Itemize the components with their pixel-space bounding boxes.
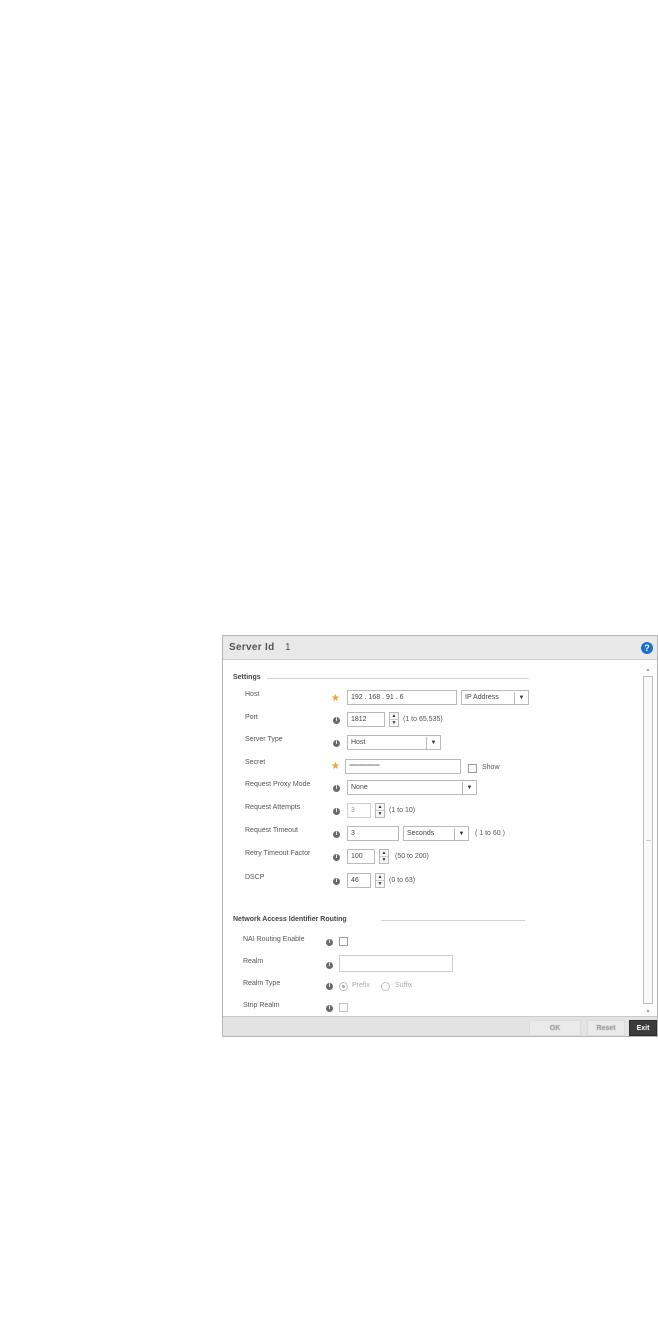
port-label: Port — [245, 714, 258, 721]
server-type-select-value: Host — [351, 739, 366, 746]
reset-button[interactable]: Reset — [587, 1020, 625, 1036]
nai-section-title: Network Access Identifier Routing — [233, 916, 347, 923]
nai-enable-info-icon[interactable]: i — [326, 939, 333, 946]
settings-section-title: Settings — [233, 674, 261, 681]
nai-enable-checkbox[interactable] — [339, 937, 348, 946]
proxy-mode-select[interactable]: None ▼ — [347, 780, 477, 795]
server-id-value: 1 — [285, 642, 291, 653]
chevron-down-icon: ▼ — [426, 737, 440, 749]
server-type-select[interactable]: Host ▼ — [347, 735, 441, 750]
port-info-icon[interactable]: i — [333, 717, 340, 724]
arrow-down-icon[interactable]: ▼ — [376, 881, 384, 887]
arrow-up-icon[interactable]: ▲ — [380, 850, 388, 857]
realm-type-label: Realm Type — [243, 980, 281, 987]
dscp-stepper[interactable]: ▲ ▼ — [375, 873, 385, 888]
proxy-mode-select-value: None — [351, 784, 368, 791]
host-type-select-value: IP Address — [465, 694, 499, 701]
timeout-unit-select[interactable]: Seconds ▼ — [403, 826, 469, 841]
nai-divider — [381, 920, 525, 921]
retry-factor-label: Retry Timeout Factor — [245, 850, 311, 857]
secret-input[interactable]: °°°°°°°°°°°°°°°°°°° — [345, 759, 461, 774]
strip-realm-label: Strip Realm — [243, 1002, 280, 1009]
arrow-down-icon[interactable]: ▼ — [390, 720, 398, 726]
host-type-select[interactable]: IP Address ▼ — [461, 690, 529, 705]
scroll-down-icon[interactable]: ▼ — [643, 1008, 653, 1016]
server-type-label: Server Type — [245, 736, 283, 743]
realm-type-info-icon[interactable]: i — [326, 983, 333, 990]
attempts-label: Request Attempts — [245, 804, 301, 811]
nai-enable-label: NAI Routing Enable — [243, 936, 305, 943]
scroll-thumb[interactable] — [643, 676, 653, 1004]
attempts-info-icon[interactable]: i — [333, 808, 340, 815]
timeout-info-icon[interactable]: i — [333, 831, 340, 838]
show-secret-label: Show — [482, 764, 500, 771]
secret-required-icon: ★ — [331, 761, 340, 772]
proxy-mode-label: Request Proxy Mode — [245, 781, 311, 788]
dialog-titlebar: Server Id 1 ? — [223, 636, 657, 660]
timeout-label: Request Timeout — [245, 827, 298, 834]
port-stepper[interactable]: ▲ ▼ — [389, 712, 399, 727]
proxy-mode-info-icon[interactable]: i — [333, 785, 340, 792]
server-type-info-icon[interactable]: i — [333, 740, 340, 747]
retry-factor-info-icon[interactable]: i — [333, 854, 340, 861]
host-ip-input[interactable]: 192 . 168 . 91 . 6 — [347, 690, 457, 705]
timeout-range-hint: ( 1 to 60 ) — [475, 830, 505, 837]
content-scrollbar[interactable]: ▲ ▼ — [641, 666, 655, 1016]
dialog-content: Settings Host ★ 192 . 168 . 91 . 6 IP Ad… — [223, 660, 639, 1016]
scroll-grip — [646, 840, 651, 841]
show-secret-checkbox[interactable] — [468, 764, 477, 773]
realm-type-prefix-radio[interactable] — [339, 982, 348, 991]
arrow-down-icon[interactable]: ▼ — [380, 857, 388, 863]
port-range-hint: (1 to 65,535) — [403, 716, 443, 723]
retry-factor-stepper[interactable]: ▲ ▼ — [379, 849, 389, 864]
port-input[interactable]: 1812 — [347, 712, 385, 727]
dscp-input[interactable]: 46 — [347, 873, 371, 888]
chevron-down-icon: ▼ — [454, 828, 468, 840]
arrow-up-icon[interactable]: ▲ — [376, 804, 384, 811]
realm-type-suffix-label: Suffix — [395, 982, 413, 989]
retry-factor-range-hint: (50 to 200) — [395, 853, 429, 860]
arrow-up-icon[interactable]: ▲ — [390, 713, 398, 720]
dscp-info-icon[interactable]: i — [333, 878, 340, 885]
realm-info-icon[interactable]: i — [326, 962, 333, 969]
timeout-input[interactable]: 3 — [347, 826, 399, 841]
strip-realm-info-icon[interactable]: i — [326, 1005, 333, 1012]
server-id-dialog: Server Id 1 ? Settings Host ★ 192 . 168 … — [222, 635, 658, 1037]
chevron-down-icon: ▼ — [514, 692, 528, 704]
host-label: Host — [245, 691, 260, 698]
attempts-input[interactable]: 3 — [347, 803, 371, 818]
arrow-down-icon[interactable]: ▼ — [376, 811, 384, 817]
realm-type-prefix-label: Prefix — [352, 982, 370, 989]
attempts-stepper[interactable]: ▲ ▼ — [375, 803, 385, 818]
arrow-up-icon[interactable]: ▲ — [376, 874, 384, 881]
timeout-unit-select-value: Seconds — [407, 830, 435, 837]
secret-label: Secret — [245, 759, 266, 766]
realm-label: Realm — [243, 958, 264, 965]
dscp-range-hint: (0 to 63) — [389, 877, 416, 884]
dialog-footer: OK Reset Exit — [223, 1016, 657, 1036]
ok-button[interactable]: OK — [529, 1020, 581, 1036]
scroll-up-icon[interactable]: ▲ — [643, 666, 653, 674]
strip-realm-checkbox[interactable] — [339, 1003, 348, 1012]
attempts-range-hint: (1 to 10) — [389, 807, 416, 814]
settings-divider — [267, 678, 529, 679]
help-icon[interactable]: ? — [641, 642, 653, 654]
dialog-title: Server Id — [229, 642, 275, 653]
retry-factor-input[interactable]: 100 — [347, 849, 375, 864]
dscp-label: DSCP — [245, 874, 265, 881]
host-required-icon: ★ — [331, 693, 340, 704]
realm-type-suffix-radio[interactable] — [381, 982, 390, 991]
exit-button[interactable]: Exit — [629, 1020, 657, 1036]
chevron-down-icon: ▼ — [462, 782, 476, 794]
realm-input[interactable] — [339, 955, 453, 972]
